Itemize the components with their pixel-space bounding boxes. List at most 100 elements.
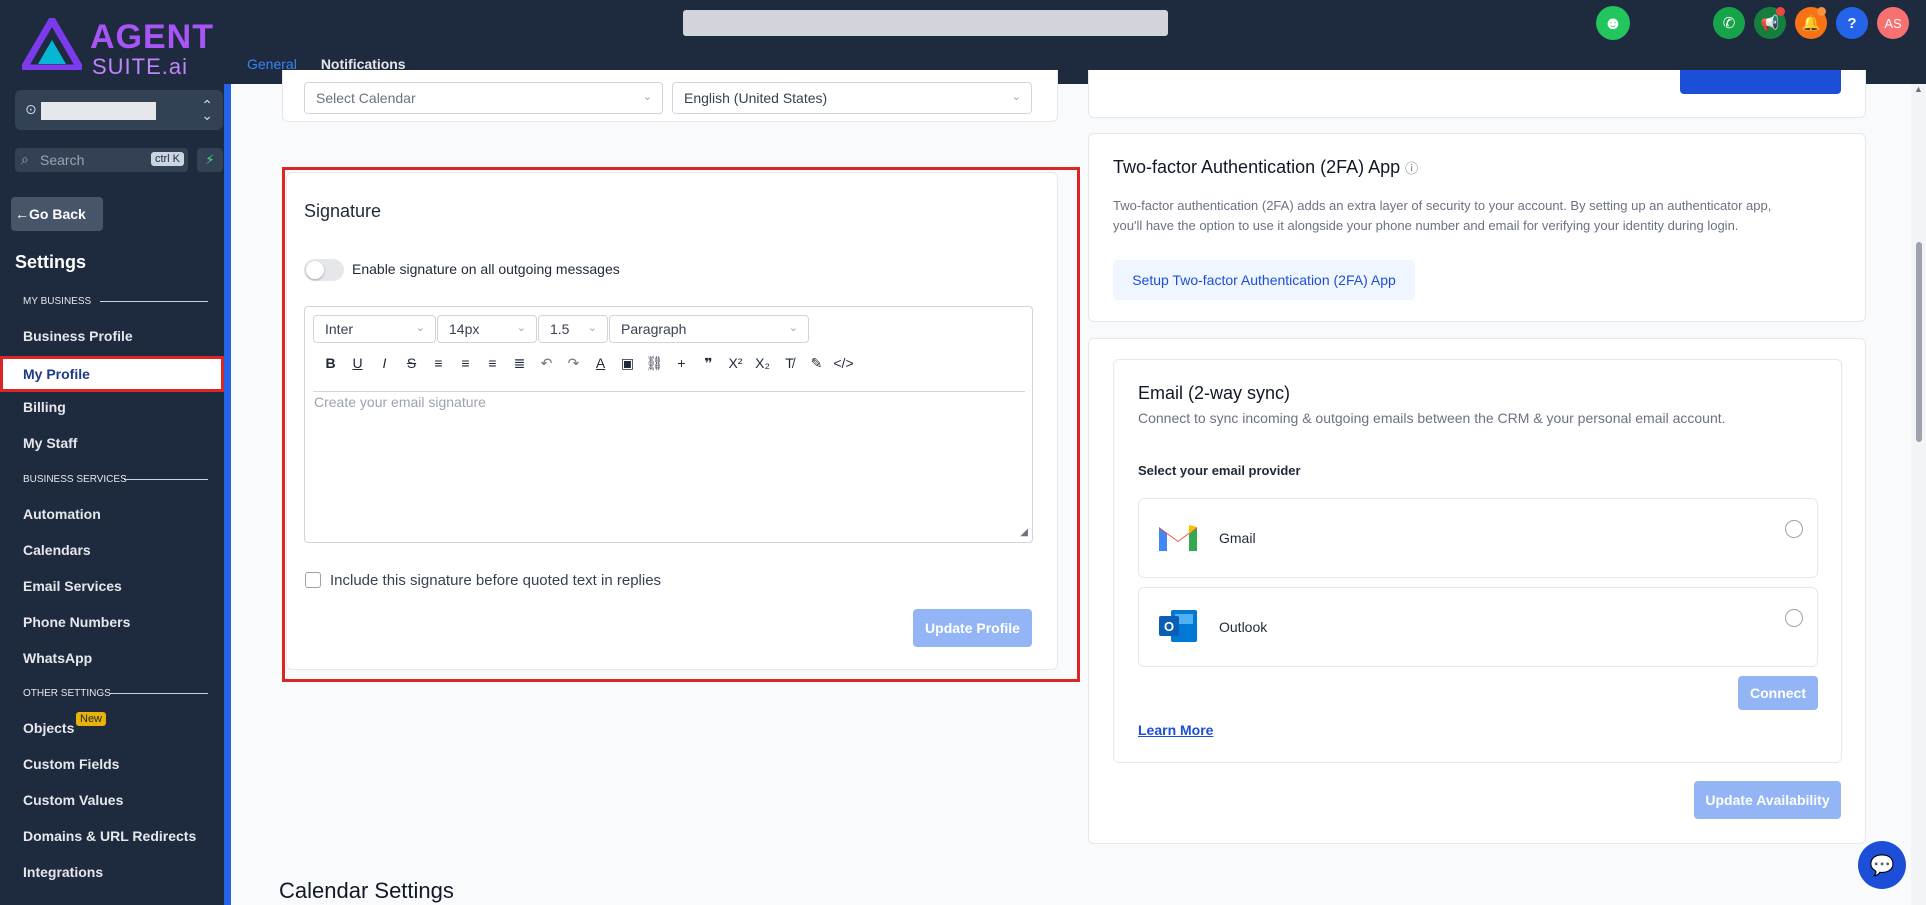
sidebar-item-my-profile[interactable]: My Profile [0, 356, 224, 392]
settings-title: Settings [15, 252, 87, 272]
plus-icon[interactable]: + [668, 352, 695, 374]
sidebar-item-email-services[interactable]: Email Services [23, 578, 122, 594]
code-icon[interactable]: </> [830, 352, 857, 374]
connect-button[interactable]: Connect [1738, 676, 1818, 710]
include-signature-label: Include this signature before quoted tex… [330, 572, 662, 589]
resize-handle-icon[interactable]: ◢ [1020, 527, 1028, 538]
arrow-left-icon: ← [15, 206, 29, 222]
gmail-radio[interactable] [1785, 520, 1803, 538]
update-availability-button[interactable]: Update Availability [1694, 781, 1841, 819]
language-select[interactable]: English (United States) ⌄ [672, 82, 1032, 114]
sidebar-item-objects[interactable]: Objects [23, 720, 74, 736]
align-justify-icon[interactable]: ≣ [506, 352, 533, 374]
update-profile-button[interactable]: Update Profile [913, 609, 1032, 647]
account-name-redacted [41, 102, 156, 120]
section-my-business: MY BUSINESS [23, 296, 92, 307]
header-actions: ✆ 📢 🔔 ? AS [1713, 7, 1909, 39]
chevron-down-icon: ⌄ [642, 91, 652, 103]
quote-icon[interactable]: ❞ [695, 352, 722, 374]
scroll-thumb[interactable] [1916, 242, 1922, 442]
format-painter-icon[interactable]: ✎ [803, 352, 830, 374]
megaphone-icon[interactable]: 📢 [1754, 7, 1786, 39]
sidebar-item-whatsapp[interactable]: WhatsApp [23, 650, 92, 666]
sidebar-item-business-profile[interactable]: Business Profile [23, 328, 133, 344]
calendar-select[interactable]: Select Calendar ⌄ [304, 82, 663, 114]
sidebar-search[interactable]: ⌕ Search ctrl K [15, 148, 188, 172]
link-icon[interactable]: ⛓ [641, 352, 668, 374]
provider-gmail[interactable]: Gmail [1138, 498, 1818, 578]
font-family-select[interactable]: Inter ⌄ [313, 315, 436, 343]
section-business-services: BUSINESS SERVICES [23, 474, 127, 485]
email-sync-description: Connect to sync incoming & outgoing emai… [1138, 410, 1726, 426]
font-size-select[interactable]: 14px ⌄ [437, 315, 537, 343]
sidebar-item-integrations[interactable]: Integrations [23, 864, 103, 880]
calendar-settings-title: Calendar Settings [279, 878, 454, 903]
align-center-icon[interactable]: ≡ [452, 352, 479, 374]
ai-bot-icon[interactable]: ☻ [1596, 6, 1630, 40]
clear-format-icon[interactable]: T̸ [776, 352, 803, 374]
chevron-updown-icon: ⌃ ⌄ [201, 97, 213, 123]
text-color-icon[interactable]: A [587, 352, 614, 374]
page-scrollbar[interactable]: ▲ [1911, 84, 1926, 905]
align-right-icon[interactable]: ≡ [479, 352, 506, 374]
setup-2fa-button[interactable]: Setup Two-factor Authentication (2FA) Ap… [1113, 260, 1415, 300]
line-height-select[interactable]: 1.5 ⌄ [538, 315, 608, 343]
divider [313, 391, 1025, 392]
info-icon[interactable]: ⓘ [1405, 161, 1418, 176]
sidebar-item-custom-values[interactable]: Custom Values [23, 792, 123, 808]
outlook-radio[interactable] [1785, 609, 1803, 627]
italic-icon[interactable]: I [371, 352, 398, 374]
sidebar-item-billing[interactable]: Billing [23, 399, 66, 415]
sidebar-item-custom-fields[interactable]: Custom Fields [23, 756, 119, 772]
logo-mark-icon [22, 18, 82, 70]
bold-icon[interactable]: B [317, 352, 344, 374]
new-badge: New [76, 712, 107, 726]
phone-icon[interactable]: ✆ [1713, 7, 1745, 39]
divider [110, 693, 208, 694]
provider-outlook[interactable]: O Outlook [1138, 587, 1818, 667]
twofa-description: Two-factor authentication (2FA) adds an … [1113, 198, 1772, 233]
image-icon[interactable]: ▣ [614, 352, 641, 374]
scroll-up-icon[interactable]: ▲ [1914, 84, 1923, 94]
header-search-redacted[interactable] [683, 10, 1168, 36]
brand-line2: SUITE.ai [92, 54, 189, 79]
sidebar-item-phone-numbers[interactable]: Phone Numbers [23, 614, 130, 630]
quick-action-bolt-icon[interactable]: ⚡ [197, 148, 223, 172]
gmail-icon [1159, 525, 1197, 551]
help-icon[interactable]: ? [1836, 7, 1868, 39]
divider [124, 479, 208, 480]
subscript-icon[interactable]: X₂ [749, 352, 776, 374]
redo-icon[interactable]: ↷ [560, 352, 587, 374]
brand-logo[interactable]: AGENT SUITE.ai [22, 16, 232, 79]
sidebar-item-domains[interactable]: Domains & URL Redirects [23, 828, 196, 844]
email-provider-label: Select your email provider [1138, 463, 1301, 478]
editor-toolbar: B U I S ≡ ≡ ≡ ≣ ↶ ↷ A ▣ ⛓ + ❞ X² X₂ T̸ ✎… [317, 352, 857, 374]
block-format-select[interactable]: Paragraph ⌄ [609, 315, 809, 343]
go-back-button[interactable]: ← Go Back [11, 197, 103, 231]
sidebar-item-calendars[interactable]: Calendars [23, 542, 91, 558]
include-signature-checkbox[interactable] [305, 572, 321, 588]
underline-icon[interactable]: U [344, 352, 371, 374]
align-left-icon[interactable]: ≡ [425, 352, 452, 374]
avatar[interactable]: AS [1877, 7, 1909, 39]
chat-bubble-icon[interactable]: 💬 [1858, 841, 1906, 889]
undo-icon[interactable]: ↶ [533, 352, 560, 374]
bell-icon[interactable]: 🔔 [1795, 7, 1827, 39]
search-icon: ⌕ [21, 151, 29, 167]
sidebar-item-my-staff[interactable]: My Staff [23, 435, 77, 451]
strikethrough-icon[interactable]: S [398, 352, 425, 374]
signature-editor: Inter ⌄ 14px ⌄ 1.5 ⌄ Paragraph ⌄ B U I S… [304, 306, 1033, 543]
section-other-settings: OTHER SETTINGS [23, 688, 111, 699]
account-switcher[interactable]: ⊙ ⌃ ⌄ [15, 90, 223, 130]
search-shortcut: ctrl K [150, 152, 184, 166]
card-primary-button-partial[interactable] [1680, 70, 1841, 94]
twofa-title: Two-factor Authentication (2FA) App ⓘ [1113, 157, 1419, 177]
signature-toggle[interactable] [304, 259, 344, 281]
signature-editor-placeholder[interactable]: Create your email signature [314, 394, 486, 410]
superscript-icon[interactable]: X² [722, 352, 749, 374]
learn-more-link[interactable]: Learn More [1138, 722, 1213, 738]
signature-title: Signature [304, 201, 382, 221]
chevron-down-icon: ⌄ [1011, 91, 1021, 103]
sidebar-item-automation[interactable]: Automation [23, 506, 101, 522]
signature-toggle-label: Enable signature on all outgoing message… [352, 261, 620, 277]
